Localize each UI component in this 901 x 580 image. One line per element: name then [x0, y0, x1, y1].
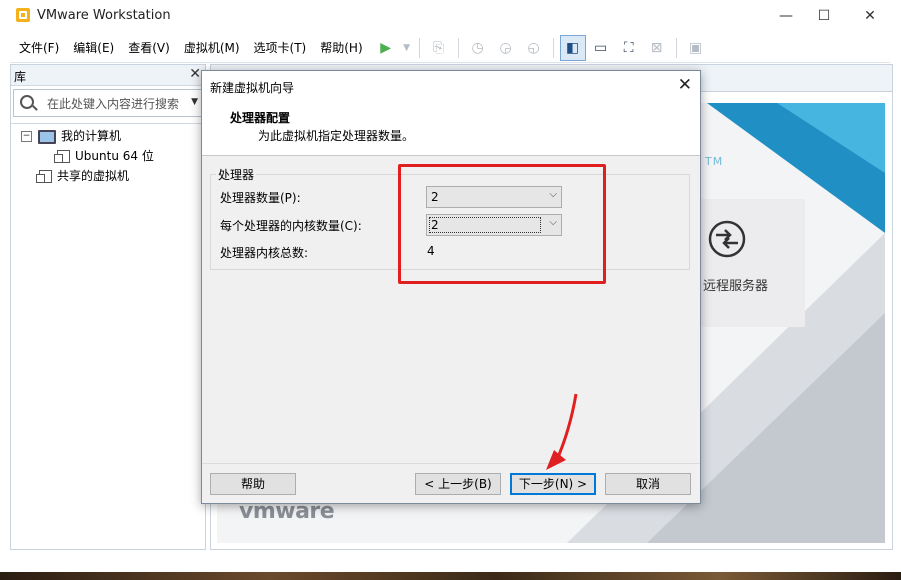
- search-dropdown-icon[interactable]: ▼: [191, 97, 198, 107]
- unity-icon[interactable]: ⊠: [644, 35, 670, 61]
- tile-label: 远程服务器: [703, 279, 769, 294]
- play-dropdown-icon[interactable]: ▼: [401, 35, 413, 61]
- dialog-heading: 处理器配置: [230, 111, 291, 125]
- dialog-header: 处理器配置 为此虚拟机指定处理器数量。: [202, 101, 700, 156]
- maximize-button[interactable]: ☐: [801, 0, 847, 32]
- menu-help[interactable]: 帮助(H): [311, 34, 367, 62]
- toolbar-separator: [552, 38, 554, 58]
- menu-edit[interactable]: 编辑(E): [64, 34, 119, 62]
- cores-per-processor-label: 每个处理器的内核数量(C):: [220, 219, 362, 233]
- library-tree: − 我的计算机 Ubuntu 64 位 共享的虚拟机: [11, 123, 205, 548]
- vm-icon: [54, 150, 70, 163]
- search-icon: [20, 95, 34, 109]
- snapshot-icon[interactable]: ◷: [465, 35, 491, 61]
- library-close-icon[interactable]: ✕: [189, 66, 201, 82]
- annotation-highlight-box: [398, 164, 606, 284]
- processor-group-title: 处理器: [216, 166, 257, 183]
- tree-label: 共享的虚拟机: [57, 169, 130, 183]
- library-header: 库 ✕: [11, 65, 205, 86]
- computer-icon: [38, 129, 56, 144]
- thumbnail-view-icon[interactable]: ▣: [683, 35, 709, 61]
- toolbar-separator: [457, 38, 459, 58]
- tree-item-shared-vms[interactable]: 共享的虚拟机: [36, 166, 130, 186]
- window-title: VMware Workstation: [37, 8, 171, 23]
- toolbar: ▶ ▼ ⎘ ◷ ◶ ◵ ◧ ▭ ⛶ ⊠ ▣: [372, 35, 710, 61]
- library-panel: 库 ✕ 在此处键入内容进行搜索 ▼ − 我的计算机 Ubuntu 64 位 共享的…: [10, 64, 206, 550]
- trademark-text: TM: [705, 155, 724, 168]
- menu-vm[interactable]: 虚拟机(M): [175, 34, 245, 62]
- cancel-button[interactable]: 取消: [605, 473, 691, 495]
- close-window-button[interactable]: ✕: [847, 0, 893, 32]
- dialog-title: 新建虚拟机向导: [210, 81, 295, 95]
- total-cores-label: 处理器内核总数:: [220, 246, 309, 260]
- dialog-footer: 帮助 < 上一步(B) 下一步(N) > 取消: [202, 463, 700, 504]
- search-placeholder: 在此处键入内容进行搜索: [47, 97, 180, 111]
- menu-file[interactable]: 文件(F): [10, 34, 64, 62]
- vmware-app-icon: [16, 8, 30, 22]
- fullscreen-icon[interactable]: ⛶: [616, 35, 642, 61]
- title-bar: VMware Workstation — ☐ ✕: [0, 0, 901, 32]
- connect-remote-server-tile[interactable]: 远程服务器: [693, 199, 805, 327]
- annotation-arrow: [546, 393, 578, 470]
- send-ctrl-alt-del-icon[interactable]: ⎘: [426, 35, 452, 61]
- processor-count-label: 处理器数量(P):: [220, 191, 301, 205]
- dialog-title-bar: 新建虚拟机向导 ✕: [202, 71, 700, 101]
- help-button[interactable]: 帮助: [210, 473, 296, 495]
- back-button[interactable]: < 上一步(B): [415, 473, 501, 495]
- collapse-icon[interactable]: −: [21, 131, 32, 142]
- tree-label: Ubuntu 64 位: [75, 149, 154, 163]
- dialog-subheading: 为此虚拟机指定处理器数量。: [258, 129, 415, 143]
- revert-snapshot-icon[interactable]: ◶: [493, 35, 519, 61]
- snapshot-manager-icon[interactable]: ◵: [521, 35, 547, 61]
- dialog-close-icon[interactable]: ✕: [678, 75, 692, 95]
- toolbar-separator: [418, 38, 420, 58]
- toolbar-separator: [675, 38, 677, 58]
- play-icon[interactable]: ▶: [373, 35, 399, 61]
- library-title: 库: [14, 70, 27, 84]
- menu-view[interactable]: 查看(V): [119, 34, 175, 62]
- menu-tabs[interactable]: 选项卡(T): [245, 34, 312, 62]
- console-view-icon[interactable]: ▭: [588, 35, 614, 61]
- library-view-icon[interactable]: ◧: [559, 35, 586, 61]
- tree-label: 我的计算机: [61, 129, 122, 143]
- tree-item-vm[interactable]: Ubuntu 64 位: [54, 146, 154, 166]
- new-vm-wizard-dialog: 新建虚拟机向导 ✕ 处理器配置 为此虚拟机指定处理器数量。 处理器 处理器数量(…: [201, 70, 701, 504]
- shared-vm-icon: [36, 170, 52, 183]
- desktop-background: [0, 572, 901, 580]
- library-search-input[interactable]: 在此处键入内容进行搜索 ▼: [13, 89, 203, 117]
- remote-server-icon: [708, 220, 746, 258]
- menu-bar: 文件(F) 编辑(E) 查看(V) 虚拟机(M) 选项卡(T) 帮助(H) ▶ …: [10, 34, 890, 63]
- tree-item-my-computer[interactable]: − 我的计算机: [21, 126, 121, 146]
